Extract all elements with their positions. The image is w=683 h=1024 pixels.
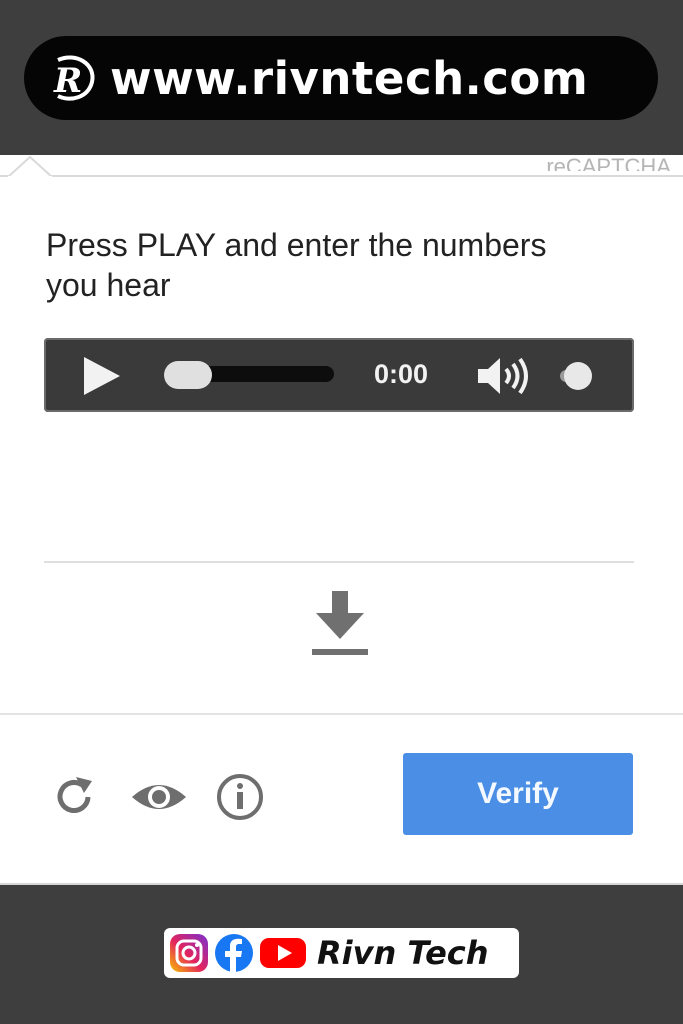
recaptcha-brand: reCAPTCHA (546, 154, 671, 171)
volume-icon[interactable] (476, 355, 532, 397)
captcha-instructions: Press PLAY and enter the numbers you hea… (46, 227, 547, 303)
instagram-icon[interactable] (169, 933, 209, 973)
divider (44, 561, 634, 563)
divider (0, 713, 683, 715)
captcha-panel: reCAPTCHA Press PLAY and enter the numbe… (0, 154, 683, 885)
audio-player: 0:00 (44, 338, 634, 412)
youtube-icon[interactable] (259, 933, 307, 973)
channel-name: Rivn Tech (317, 934, 489, 972)
info-icon[interactable] (216, 773, 264, 821)
facebook-icon[interactable] (214, 933, 254, 973)
panel-header-border (0, 175, 683, 177)
rivntech-logo-icon: R (42, 48, 102, 108)
eye-icon[interactable] (130, 773, 188, 821)
site-banner: R www.rivntech.com (24, 36, 658, 120)
social-badge: Rivn Tech (164, 928, 519, 978)
reload-icon[interactable] (50, 773, 98, 821)
audio-time: 0:00 (374, 359, 429, 389)
volume-slider-thumb[interactable] (564, 362, 592, 390)
download-icon[interactable] (312, 591, 368, 657)
site-url[interactable]: www.rivntech.com (110, 52, 588, 105)
svg-text:R: R (53, 61, 82, 101)
play-icon[interactable] (80, 355, 122, 397)
audio-progress-thumb[interactable] (164, 361, 212, 389)
panel-arrow-notch (8, 155, 52, 177)
verify-button[interactable]: Verify (403, 753, 633, 835)
